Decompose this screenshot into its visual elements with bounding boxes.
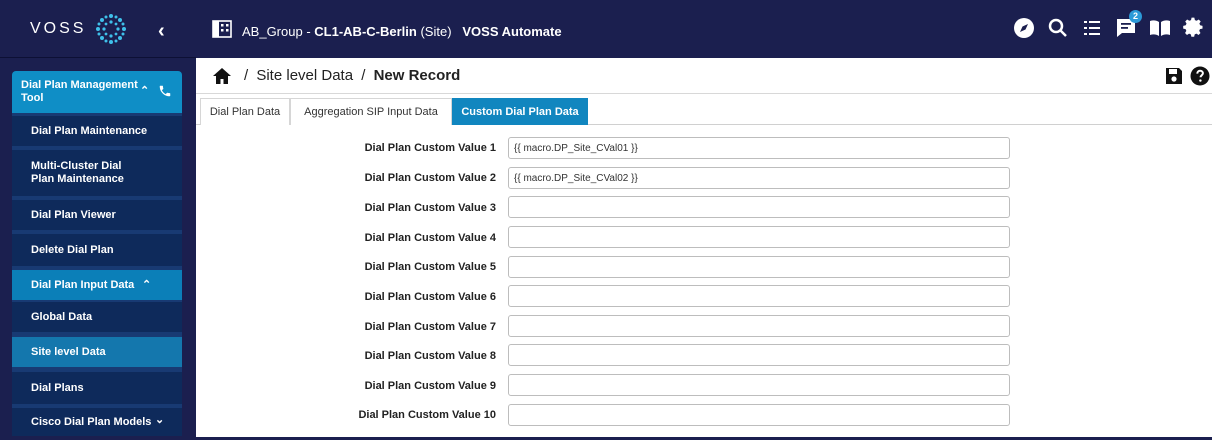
app-name: VOSS Automate (462, 24, 562, 39)
page-title: New Record (373, 67, 461, 84)
sidebar-item-dial-plan-input-data[interactable]: Dial Plan Input Data ⌃ (12, 270, 182, 300)
menu-title[interactable]: Dial Plan Management Tool ⌃ (12, 71, 182, 113)
field-label: Dial Plan Custom Value 7 (364, 321, 496, 333)
custom-value-3-field[interactable] (508, 196, 1010, 218)
custom-value-2-field[interactable] (508, 167, 1010, 189)
sidebar-item-site-level-data[interactable]: Site level Data (12, 337, 182, 367)
custom-value-9-field[interactable] (508, 374, 1010, 396)
breadcrumb-bar: / Site level Data / New Record (196, 58, 1212, 94)
tab-custom-dial-plan-data[interactable]: Custom Dial Plan Data (452, 98, 588, 125)
tab-dial-plan-data[interactable]: Dial Plan Data (200, 98, 290, 125)
field-label: Dial Plan Custom Value 5 (364, 261, 496, 273)
top-bar: AB_Group - CL1-AB-C-Berlin (Site) VOSS A… (196, 0, 1212, 58)
breadcrumb-parent[interactable]: Site level Data (256, 67, 353, 84)
logo-icon (96, 13, 127, 44)
sidebar-item-label: Dial Plans (31, 381, 84, 394)
sidebar-item-label: Dial Plan Maintenance (31, 124, 148, 137)
sidebar-item-label: Site level Data (31, 345, 106, 358)
sidebar-item-cisco-dial-plan-models[interactable]: Cisco Dial Plan Models ⌄ (12, 408, 182, 436)
list-icon[interactable] (1080, 16, 1104, 40)
sidebar-item-label: Global Data (31, 310, 93, 323)
custom-value-8-field[interactable] (508, 344, 1010, 366)
breadcrumb-separator: / (244, 67, 249, 84)
building-icon (212, 20, 232, 38)
top-icons: 2 (1012, 10, 1206, 40)
chevron-up-icon: ⌃ (140, 85, 150, 97)
breadcrumb-separator: / (361, 67, 366, 84)
sidebar-item-label: Dial Plan Viewer (31, 208, 116, 221)
collapse-sidebar-icon[interactable]: ‹ (158, 20, 165, 43)
book-icon[interactable] (1148, 16, 1172, 40)
chevron-down-icon: ⌄ (155, 414, 165, 426)
compass-icon[interactable] (1012, 16, 1036, 40)
sidebar-item-label: Delete Dial Plan (31, 243, 114, 256)
sidebar-item-dial-plan-maintenance[interactable]: Dial Plan Maintenance (12, 116, 182, 146)
menu-title-label: Dial Plan Management Tool (21, 79, 138, 104)
phone-icon (159, 85, 171, 97)
site-name: CL1-AB-C-Berlin (314, 24, 417, 39)
sidebar-item-global-data[interactable]: Global Data (12, 302, 182, 332)
gear-icon[interactable] (1182, 16, 1206, 40)
sidebar-item-label: Multi-Cluster Dial Plan Maintenance (31, 160, 124, 185)
tab-bar: Dial Plan Data Aggregation SIP Input Dat… (196, 98, 1212, 125)
chat-badge: 2 (1129, 10, 1142, 23)
sidebar-item-delete-dial-plan[interactable]: Delete Dial Plan (12, 234, 182, 266)
field-label: Dial Plan Custom Value 4 (364, 232, 496, 244)
brand-area: VOSS (0, 0, 196, 58)
custom-value-1-field[interactable] (508, 137, 1010, 159)
field-label: Dial Plan Custom Value 1 (364, 142, 496, 154)
logo-text: VOSS (30, 19, 87, 37)
field-label: Dial Plan Custom Value 6 (364, 291, 496, 303)
custom-value-7-field[interactable] (508, 315, 1010, 337)
sidebar-item-multi-cluster[interactable]: Multi-Cluster Dial Plan Maintenance (12, 150, 182, 196)
save-icon[interactable] (1164, 66, 1184, 86)
field-label: Dial Plan Custom Value 9 (364, 380, 496, 392)
custom-value-6-field[interactable] (508, 285, 1010, 307)
custom-value-4-field[interactable] (508, 226, 1010, 248)
tab-aggregation-sip-input-data[interactable]: Aggregation SIP Input Data (290, 98, 452, 125)
sidebar-item-dial-plans[interactable]: Dial Plans (12, 372, 182, 404)
sidebar-item-label: Cisco Dial Plan Models (31, 415, 152, 428)
help-icon[interactable] (1190, 66, 1210, 86)
site-type: (Site) (420, 24, 452, 39)
breadcrumb: / Site level Data / New Record (240, 67, 460, 84)
sidebar-item-dial-plan-viewer[interactable]: Dial Plan Viewer (12, 200, 182, 230)
field-label: Dial Plan Custom Value 3 (364, 202, 496, 214)
custom-value-10-field[interactable] (508, 404, 1010, 426)
form-area: Dial Plan Custom Value 1 Dial Plan Custo… (196, 126, 1212, 440)
group-name: AB_Group - (242, 24, 311, 39)
field-label: Dial Plan Custom Value 10 (358, 409, 496, 421)
field-label: Dial Plan Custom Value 2 (364, 172, 496, 184)
home-icon[interactable] (212, 67, 232, 85)
field-label: Dial Plan Custom Value 8 (364, 350, 496, 362)
sidebar: VOSS ‹ Dial Plan Management Tool ⌃ Dial … (0, 0, 196, 440)
search-icon[interactable] (1046, 16, 1070, 40)
chat-button[interactable]: 2 (1114, 10, 1142, 40)
sidebar-item-label: Dial Plan Input Data (31, 278, 135, 291)
chevron-up-icon: ⌃ (142, 279, 152, 291)
hierarchy-context[interactable]: AB_Group - CL1-AB-C-Berlin (Site) VOSS A… (242, 24, 562, 39)
custom-value-5-field[interactable] (508, 256, 1010, 278)
